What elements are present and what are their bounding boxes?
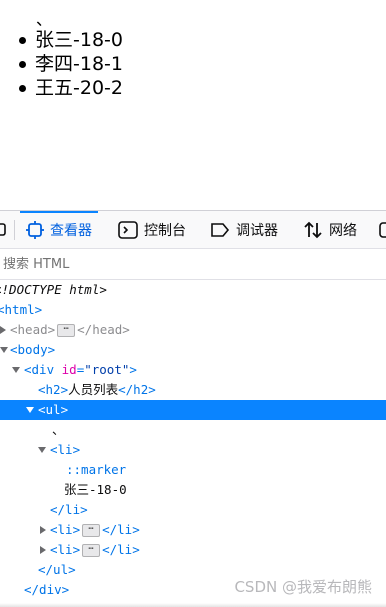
- li-close-tag: </li>: [102, 542, 140, 557]
- li-open-tag: <li>: [50, 442, 81, 457]
- h2-text: 人员列表: [68, 382, 119, 397]
- doctype-text: <!DOCTYPE html>: [0, 282, 107, 297]
- collapse-twisty-icon[interactable]: [0, 347, 8, 353]
- tree-node-ul-selected[interactable]: <ul>: [0, 400, 386, 420]
- collapse-twisty-icon[interactable]: [26, 407, 34, 413]
- tree-node-head[interactable]: <head> ⋯ </head>: [0, 320, 386, 340]
- collapsed-ellipsis-icon[interactable]: ⋯: [82, 544, 101, 557]
- page-viewport: 、 张三-18-0 李四-18-1 王五-20-2: [0, 0, 386, 205]
- tab-console[interactable]: 控制台: [118, 211, 186, 248]
- tree-node-li[interactable]: <li>: [0, 440, 386, 460]
- tree-node-doctype[interactable]: <!DOCTYPE html>: [0, 280, 386, 300]
- tree-node-text[interactable]: 、: [0, 420, 386, 440]
- ul-open-tag: <ul>: [38, 402, 69, 417]
- ul-close-tag: </ul>: [38, 562, 76, 577]
- head-open-tag: <head>: [10, 322, 56, 337]
- tab-debugger-label: 调试器: [236, 222, 278, 239]
- tab-inspector[interactable]: 查看器: [20, 211, 98, 248]
- tab-more[interactable]: [378, 211, 386, 248]
- picker-icon: [0, 222, 6, 236]
- collapse-twisty-icon[interactable]: [12, 367, 20, 373]
- tree-node-li-collapsed[interactable]: <li> ⋯ </li>: [0, 540, 386, 560]
- head-close-tag: </head>: [77, 322, 130, 337]
- tab-network-label: 网络: [329, 222, 357, 239]
- collapsed-ellipsis-icon[interactable]: ⋯: [57, 324, 76, 337]
- panel-bottom-edge: [0, 603, 386, 607]
- style-editor-icon: [379, 221, 386, 238]
- list-item: 张三-18-0: [19, 29, 123, 51]
- li-close-tag: </li>: [102, 522, 140, 537]
- csdn-watermark: CSDN @我爱布朗熊: [234, 578, 372, 596]
- tree-node-body[interactable]: <body>: [0, 340, 386, 360]
- markup-tree: <!DOCTYPE html> <html> <head> ⋯ </head> <b…: [0, 280, 386, 607]
- li-open-tag: <li>: [50, 522, 81, 537]
- debugger-icon: [211, 222, 230, 237]
- li-open-tag: <li>: [50, 542, 81, 557]
- tree-node-div-root[interactable]: <div id="root">: [0, 360, 386, 380]
- div-open-tag: <div: [24, 362, 55, 377]
- html-search-bar: [0, 249, 386, 280]
- text-node-content: 、: [52, 422, 65, 437]
- collapsed-ellipsis-icon[interactable]: ⋯: [82, 524, 101, 537]
- collapse-twisty-icon[interactable]: [38, 447, 46, 453]
- network-icon: [304, 221, 322, 238]
- tab-console-label: 控制台: [144, 222, 186, 239]
- html-open-tag: <html>: [0, 302, 43, 317]
- devtools-tabbar: 查看器 控制台 调试器 网络: [0, 211, 386, 249]
- tree-node-li-collapsed[interactable]: <li> ⋯ </li>: [0, 520, 386, 540]
- div-close-tag: </div>: [24, 582, 70, 597]
- expand-twisty-icon[interactable]: [40, 526, 46, 534]
- list-item: 李四-18-1: [19, 53, 123, 75]
- list-item: 王五-20-2: [19, 77, 123, 99]
- body-open-tag: <body>: [10, 342, 56, 357]
- expand-twisty-icon[interactable]: [0, 326, 6, 334]
- person-list: 张三-18-0 李四-18-1 王五-20-2: [0, 28, 123, 100]
- li-close-tag: </li>: [50, 502, 88, 517]
- tag-close-bracket: >: [129, 362, 137, 377]
- console-icon: [118, 220, 138, 239]
- tab-inspector-label: 查看器: [50, 222, 92, 239]
- attr-name: id: [61, 362, 77, 377]
- tree-node-h2[interactable]: <h2>人员列表</h2>: [0, 380, 386, 400]
- html-search-input[interactable]: [3, 254, 373, 274]
- devtools-panel: 查看器 控制台 调试器 网络 <!DOCTYPE html> <html>: [0, 210, 386, 607]
- tree-node-marker[interactable]: ::marker: [0, 460, 386, 480]
- li-text-content: 张三-18-0: [64, 482, 127, 497]
- pick-element-button[interactable]: [0, 211, 14, 248]
- text-node-mark: 、: [36, 10, 53, 29]
- tab-network[interactable]: 网络: [303, 211, 357, 248]
- marker-pseudo: ::marker: [66, 462, 127, 477]
- h2-open-tag: <h2>: [38, 382, 69, 397]
- expand-twisty-icon[interactable]: [40, 546, 46, 554]
- tree-node-html[interactable]: <html>: [0, 300, 386, 320]
- tree-node-li-text[interactable]: 张三-18-0: [0, 480, 386, 500]
- attr-value: "root": [84, 362, 130, 377]
- inspector-icon: [26, 220, 44, 239]
- tree-node-li-close: </li>: [0, 500, 386, 520]
- h2-close-tag: </h2>: [118, 382, 156, 397]
- tab-debugger[interactable]: 调试器: [210, 211, 278, 248]
